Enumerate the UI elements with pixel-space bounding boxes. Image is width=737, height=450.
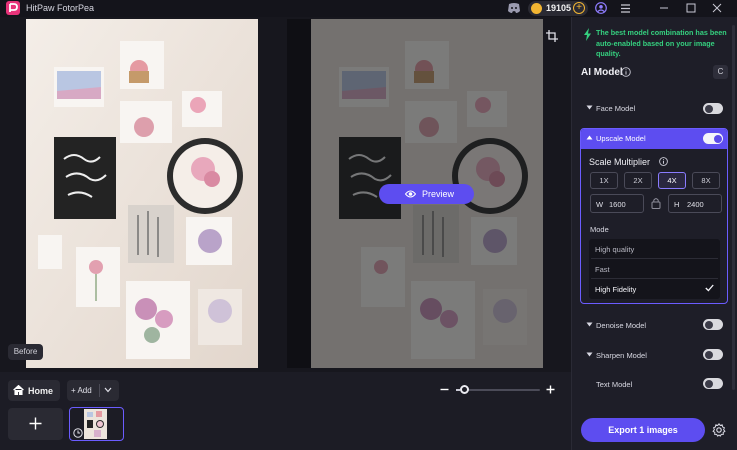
eye-icon — [405, 190, 416, 198]
before-label: Before — [8, 344, 43, 360]
auto-enable-notice: The best model combination has been auto… — [596, 28, 727, 58]
bolt-icon — [584, 28, 591, 41]
lock-icon[interactable] — [651, 197, 661, 209]
minimize-icon[interactable] — [659, 3, 669, 13]
buy-coins-button[interactable]: + — [573, 2, 585, 14]
home-label: Home — [28, 386, 54, 396]
face-model-label: Face Model — [596, 104, 636, 113]
mode-option-high-quality[interactable]: High quality — [595, 245, 634, 254]
chevron-down-icon[interactable] — [104, 387, 112, 393]
menu-icon[interactable] — [620, 3, 631, 14]
upscale-model-toggle[interactable] — [703, 133, 723, 144]
discord-icon[interactable] — [507, 2, 521, 14]
info-icon[interactable] — [659, 157, 668, 166]
scale-4x-button[interactable]: 4X — [658, 172, 686, 189]
preview-label: Preview — [422, 189, 455, 199]
zoom-in-icon[interactable] — [546, 385, 555, 394]
mode-option-fast[interactable]: Fast — [595, 265, 610, 274]
height-value: 2400 — [687, 200, 704, 209]
clock-icon — [73, 428, 83, 438]
upscale-model-label: Upscale Model — [596, 134, 646, 143]
caret-right-icon[interactable] — [586, 322, 593, 327]
app-logo-icon — [6, 1, 20, 15]
face-model-toggle[interactable] — [703, 103, 723, 114]
caret-right-icon[interactable] — [586, 352, 593, 357]
sharpen-model-toggle[interactable] — [703, 349, 723, 360]
info-icon[interactable] — [621, 67, 631, 77]
coin-count: 19105 — [546, 3, 572, 13]
compare-divider[interactable] — [287, 19, 311, 368]
caret-up-icon[interactable] — [586, 135, 593, 140]
zoom-out-icon[interactable] — [440, 385, 449, 394]
mode-label: Mode — [590, 225, 609, 234]
reset-button[interactable]: C — [713, 65, 728, 79]
denoise-model-toggle[interactable] — [703, 319, 723, 330]
maximize-icon[interactable] — [686, 3, 696, 13]
home-icon — [13, 385, 24, 395]
before-image — [26, 19, 258, 368]
width-value: 1600 — [609, 200, 626, 209]
coin-icon — [531, 3, 542, 14]
caret-right-icon[interactable] — [586, 105, 593, 110]
scale-1x-button[interactable]: 1X — [590, 172, 618, 189]
text-model-toggle[interactable] — [703, 378, 723, 389]
add-label: + Add — [71, 386, 92, 395]
user-icon[interactable] — [595, 2, 607, 14]
panel-scrollbar[interactable] — [732, 25, 735, 390]
app-title: HitPaw FotorPea — [26, 3, 95, 13]
scale-2x-button[interactable]: 2X — [624, 172, 652, 189]
denoise-model-label: Denoise Model — [596, 321, 647, 330]
check-icon — [705, 284, 714, 292]
mode-divider — [591, 258, 718, 259]
text-model-label: Text Model — [596, 380, 633, 389]
mode-option-high-fidelity[interactable]: High Fidelity — [595, 285, 636, 294]
add-divider — [99, 384, 100, 397]
width-label: W — [596, 200, 604, 209]
ai-model-title: AI Model — [581, 67, 623, 78]
export-button[interactable]: Export 1 images — [581, 418, 705, 442]
scale-8x-button[interactable]: 8X — [692, 172, 720, 189]
scale-multiplier-title: Scale Multiplier — [589, 157, 651, 167]
sharpen-model-label: Sharpen Model — [596, 351, 647, 360]
close-icon[interactable] — [712, 3, 722, 13]
plus-icon — [29, 417, 42, 430]
height-label: H — [674, 200, 680, 209]
panel-bottom-area — [572, 400, 737, 414]
thumbnail-image — [84, 409, 107, 439]
mode-divider — [591, 278, 718, 279]
crop-icon[interactable] — [546, 30, 558, 42]
settings-icon[interactable] — [712, 423, 726, 437]
